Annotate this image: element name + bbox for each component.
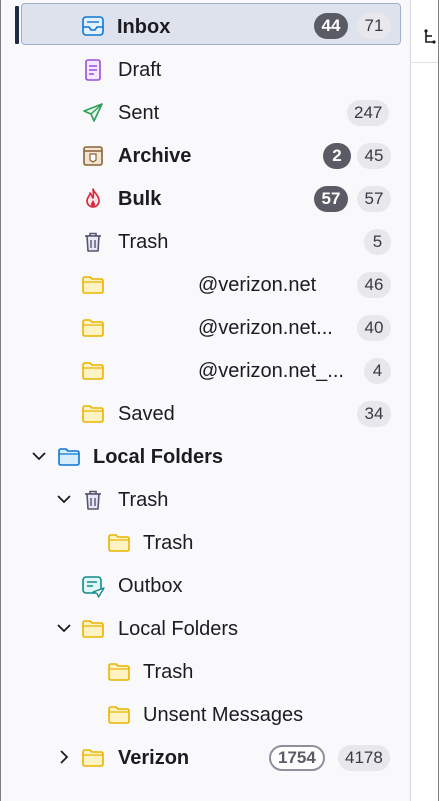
folder-row-verizon-3[interactable]: @verizon.net_... 4 xyxy=(1,349,411,392)
threads-icon[interactable] xyxy=(422,28,439,48)
unread-count-badge: 2 xyxy=(323,143,351,169)
folder-row-saved[interactable]: Saved 34 xyxy=(1,392,411,435)
folder-pane: Inbox 44 71 Draft Sent 247 Archive 2 45 xyxy=(1,0,411,801)
total-count-badge: 4178 xyxy=(338,745,390,771)
inbox-icon xyxy=(82,16,104,36)
folder-label: Bulk xyxy=(118,188,162,210)
folder-label: Inbox xyxy=(117,16,171,38)
folder-label: Sent xyxy=(118,102,160,124)
total-count-badge: 5 xyxy=(364,229,391,255)
chevron-down-icon[interactable] xyxy=(56,620,72,636)
folder-row-local-trash-sub[interactable]: Trash xyxy=(1,521,411,564)
folder-label: @verizon.net_... xyxy=(198,360,344,382)
folder-label: Trash xyxy=(118,489,169,511)
folder-label: @verizon.net xyxy=(198,274,317,296)
folder-row-verizon-2[interactable]: @verizon.net... 40 xyxy=(1,306,411,349)
folder-row-archive[interactable]: Archive 2 45 xyxy=(1,134,411,177)
total-count-badge: 45 xyxy=(357,143,391,169)
folder-icon xyxy=(82,362,104,380)
chevron-down-icon[interactable] xyxy=(56,491,72,507)
folder-label: Trash xyxy=(143,532,194,554)
folder-row-verizon[interactable]: Verizon 1754 4178 xyxy=(1,736,411,779)
folder-row-draft[interactable]: Draft xyxy=(1,48,411,91)
total-count-badge: 46 xyxy=(357,272,391,298)
unread-count-badge: 57 xyxy=(314,186,348,212)
folder-label: Local Folders xyxy=(118,618,239,640)
trash-icon xyxy=(85,490,101,510)
folder-label: Saved xyxy=(118,403,175,425)
thread-pane-edge xyxy=(411,0,438,801)
folder-row-outbox[interactable]: Outbox xyxy=(1,564,411,607)
folder-row-bulk[interactable]: Bulk 57 57 xyxy=(1,177,411,220)
outbox-icon xyxy=(82,576,105,598)
total-count-badge: 247 xyxy=(347,100,390,126)
folder-row-verizon-1[interactable]: @verizon.net 46 xyxy=(1,263,411,306)
folder-label: Trash xyxy=(143,661,194,683)
folder-row-sent[interactable]: Sent 247 xyxy=(1,91,411,134)
folder-label: Trash xyxy=(118,231,169,253)
folder-icon xyxy=(108,706,130,724)
folder-label: Draft xyxy=(118,59,162,81)
folder-icon xyxy=(82,620,104,638)
header-divider xyxy=(411,62,438,63)
archive-icon xyxy=(83,146,103,166)
account-row-local-folders[interactable]: Local Folders xyxy=(1,435,411,478)
account-label: Local Folders xyxy=(93,446,224,468)
chevron-down-icon[interactable] xyxy=(31,448,47,464)
sent-icon xyxy=(83,103,103,122)
trash-icon xyxy=(85,232,101,252)
total-count-badge: 34 xyxy=(357,401,391,427)
folder-label: Archive xyxy=(118,145,192,167)
folder-row-unsent[interactable]: Unsent Messages xyxy=(1,693,411,736)
folder-icon xyxy=(108,663,130,681)
bulk-icon xyxy=(86,188,100,208)
total-count-badge: 71 xyxy=(357,13,391,39)
draft-icon xyxy=(85,59,101,81)
folder-label: Outbox xyxy=(118,575,183,597)
folder-label: Verizon xyxy=(118,747,190,769)
total-count-badge: 40 xyxy=(357,315,391,341)
folder-icon xyxy=(82,276,104,294)
chevron-right-icon[interactable] xyxy=(56,749,72,765)
folder-icon xyxy=(108,534,130,552)
folder-label: Unsent Messages xyxy=(143,704,304,726)
folder-row-local-trash[interactable]: Trash xyxy=(1,478,411,521)
pane-focus-indicator xyxy=(15,6,19,44)
folder-row-inbox[interactable]: Inbox 44 71 xyxy=(1,3,411,46)
folder-label: @verizon.net... xyxy=(198,317,333,339)
folder-icon xyxy=(82,319,104,337)
folder-row-trash[interactable]: Trash 5 xyxy=(1,220,411,263)
unread-count-badge: 44 xyxy=(314,13,348,39)
total-count-badge: 57 xyxy=(357,186,391,212)
folder-icon xyxy=(82,405,104,423)
folder-row-local-folders-sub[interactable]: Local Folders xyxy=(1,607,411,650)
local-folders-icon xyxy=(58,448,80,466)
unread-count-badge: 1754 xyxy=(269,745,325,771)
total-count-badge: 4 xyxy=(364,358,391,384)
folder-row-lf-trash[interactable]: Trash xyxy=(1,650,411,693)
folder-icon xyxy=(82,749,104,767)
